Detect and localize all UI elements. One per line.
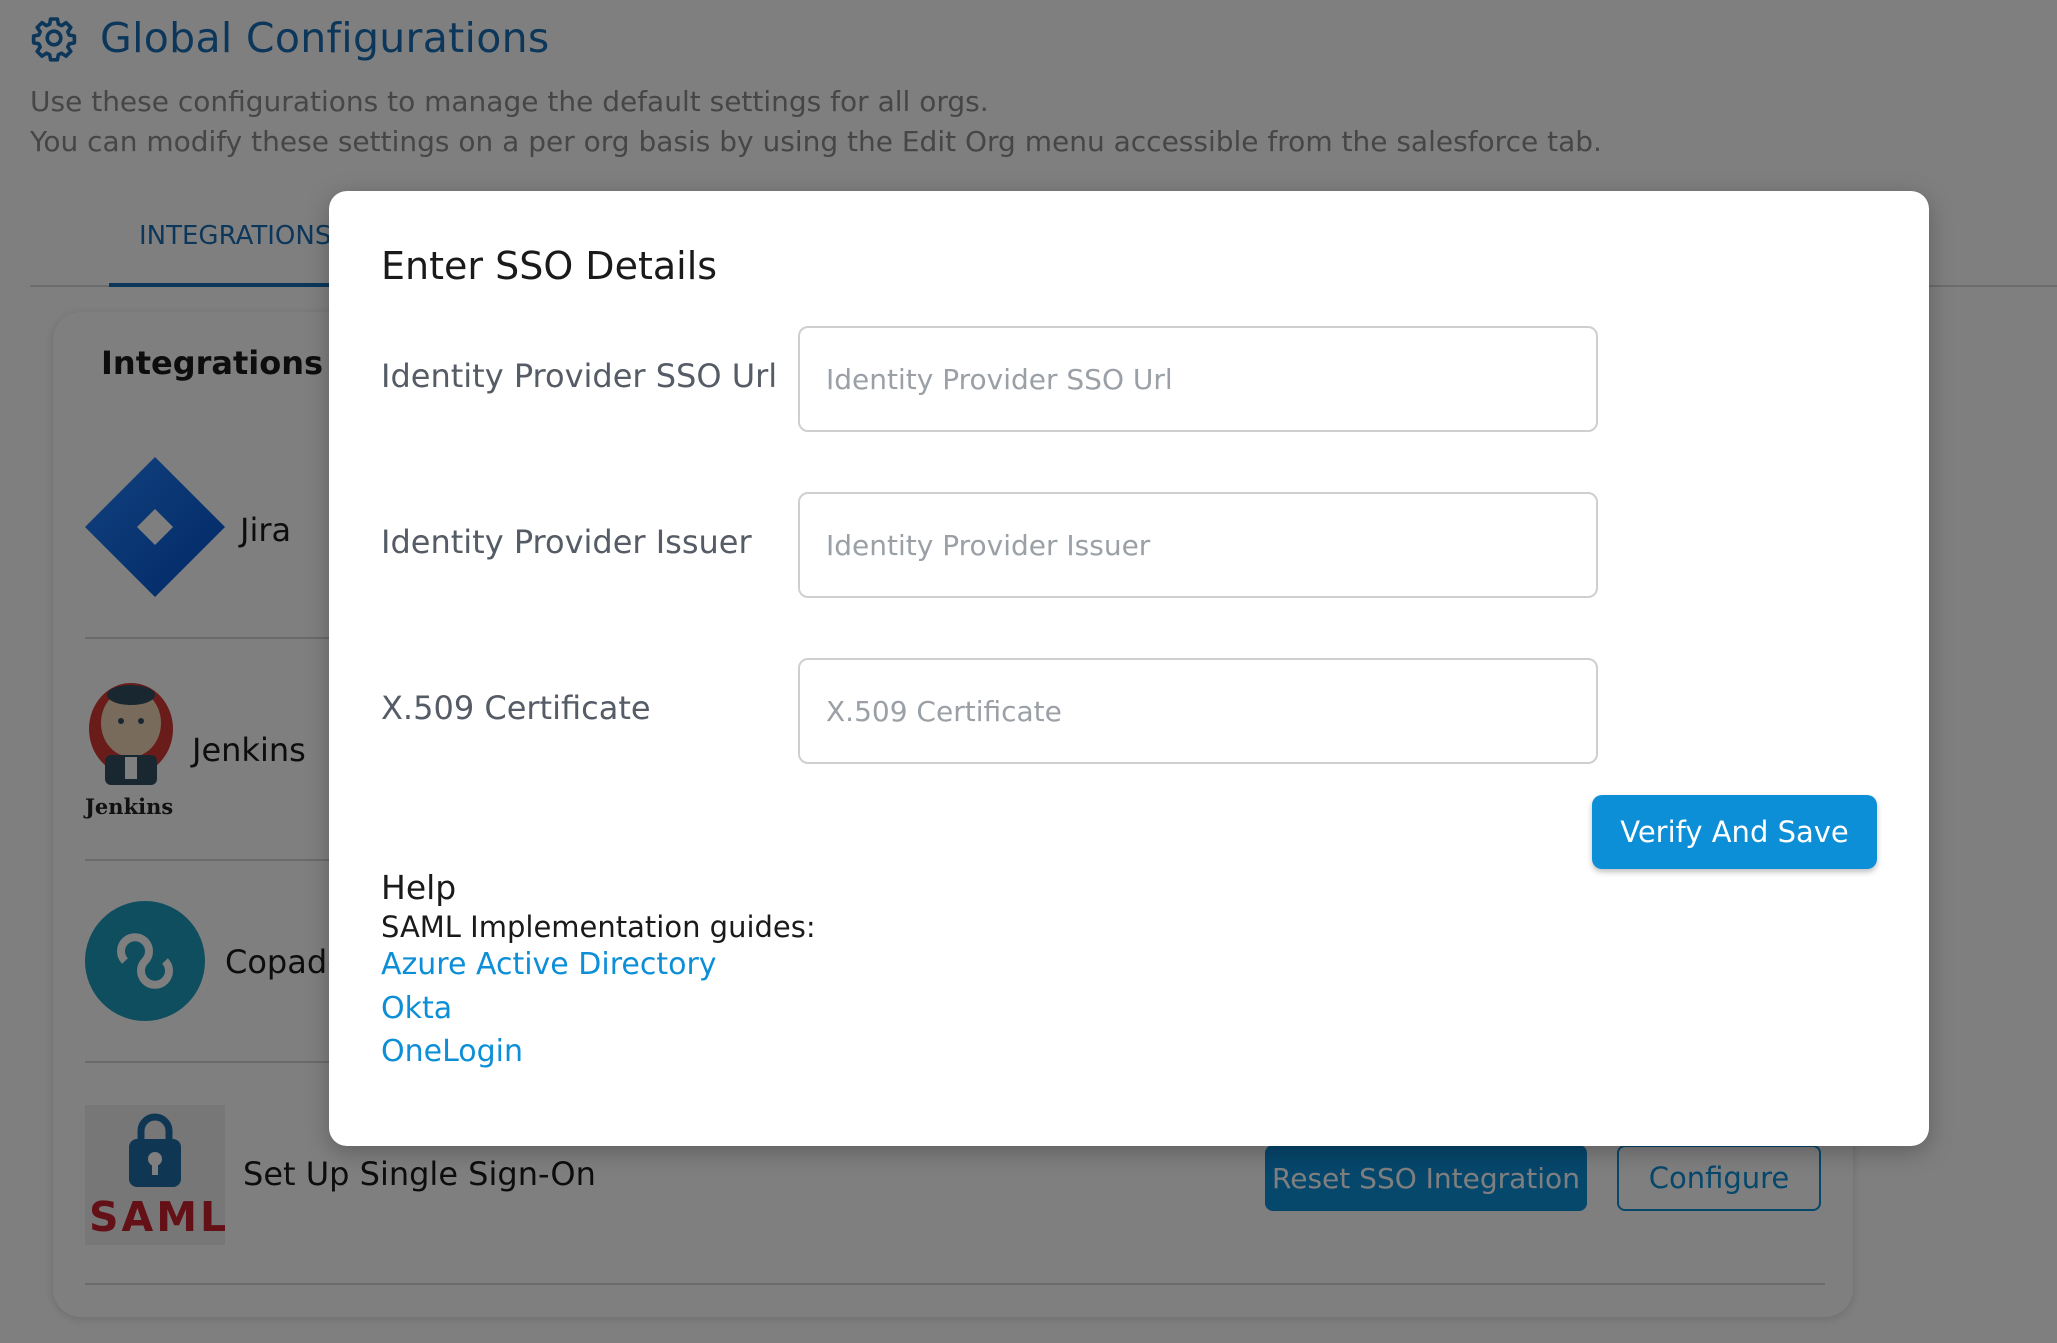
certificate-input[interactable]: [798, 658, 1598, 764]
help-link-azure-ad[interactable]: Azure Active Directory: [381, 947, 717, 982]
help-subtitle: SAML Implementation guides:: [381, 910, 816, 944]
sso-details-modal: Enter SSO Details Identity Provider SSO …: [329, 191, 1929, 1146]
certificate-label: X.509 Certificate: [381, 689, 651, 727]
sso-url-label: Identity Provider SSO Url: [381, 357, 778, 395]
global-configurations-page: Global Configurations Use these configur…: [0, 0, 2057, 1343]
help-link-okta[interactable]: Okta: [381, 991, 452, 1026]
verify-and-save-button[interactable]: Verify And Save: [1592, 795, 1877, 869]
issuer-label: Identity Provider Issuer: [381, 523, 752, 561]
issuer-input[interactable]: [798, 492, 1598, 598]
help-title: Help: [381, 868, 457, 907]
sso-url-input[interactable]: [798, 326, 1598, 432]
modal-title: Enter SSO Details: [381, 244, 718, 288]
help-link-onelogin[interactable]: OneLogin: [381, 1034, 523, 1069]
